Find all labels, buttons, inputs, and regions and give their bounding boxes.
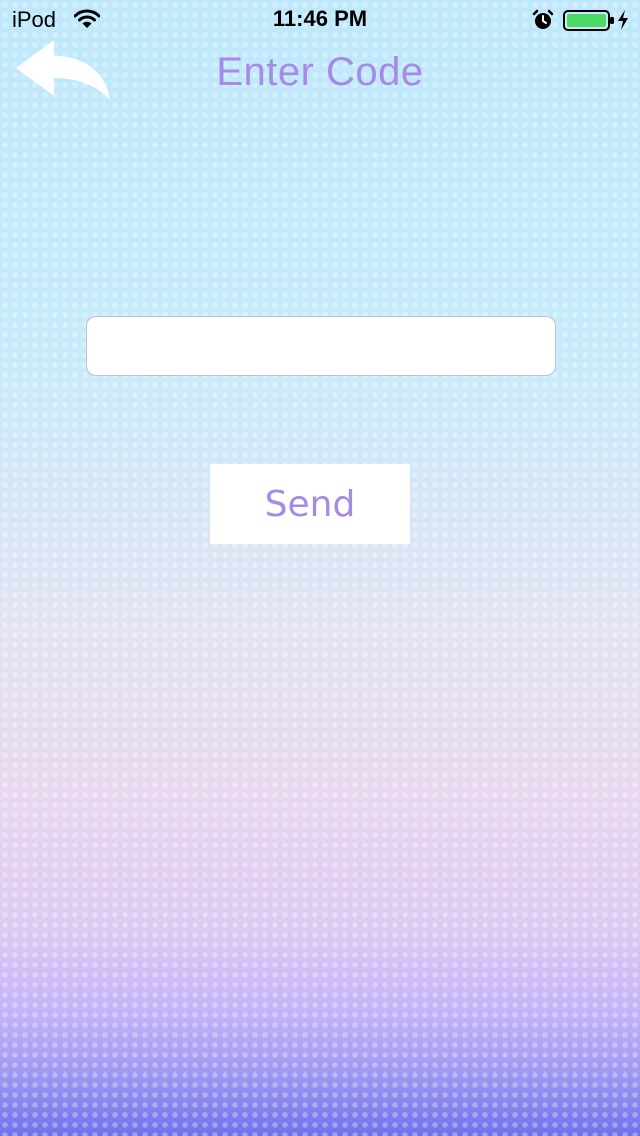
battery-icon bbox=[563, 10, 614, 31]
charging-icon bbox=[618, 10, 628, 30]
send-button[interactable]: Send bbox=[210, 464, 410, 544]
background-pattern bbox=[0, 0, 640, 1136]
status-bar: iPod 11:46 PM bbox=[0, 0, 640, 40]
code-input[interactable] bbox=[86, 316, 556, 376]
page-title: Enter Code bbox=[216, 50, 424, 94]
alarm-icon bbox=[532, 9, 554, 29]
